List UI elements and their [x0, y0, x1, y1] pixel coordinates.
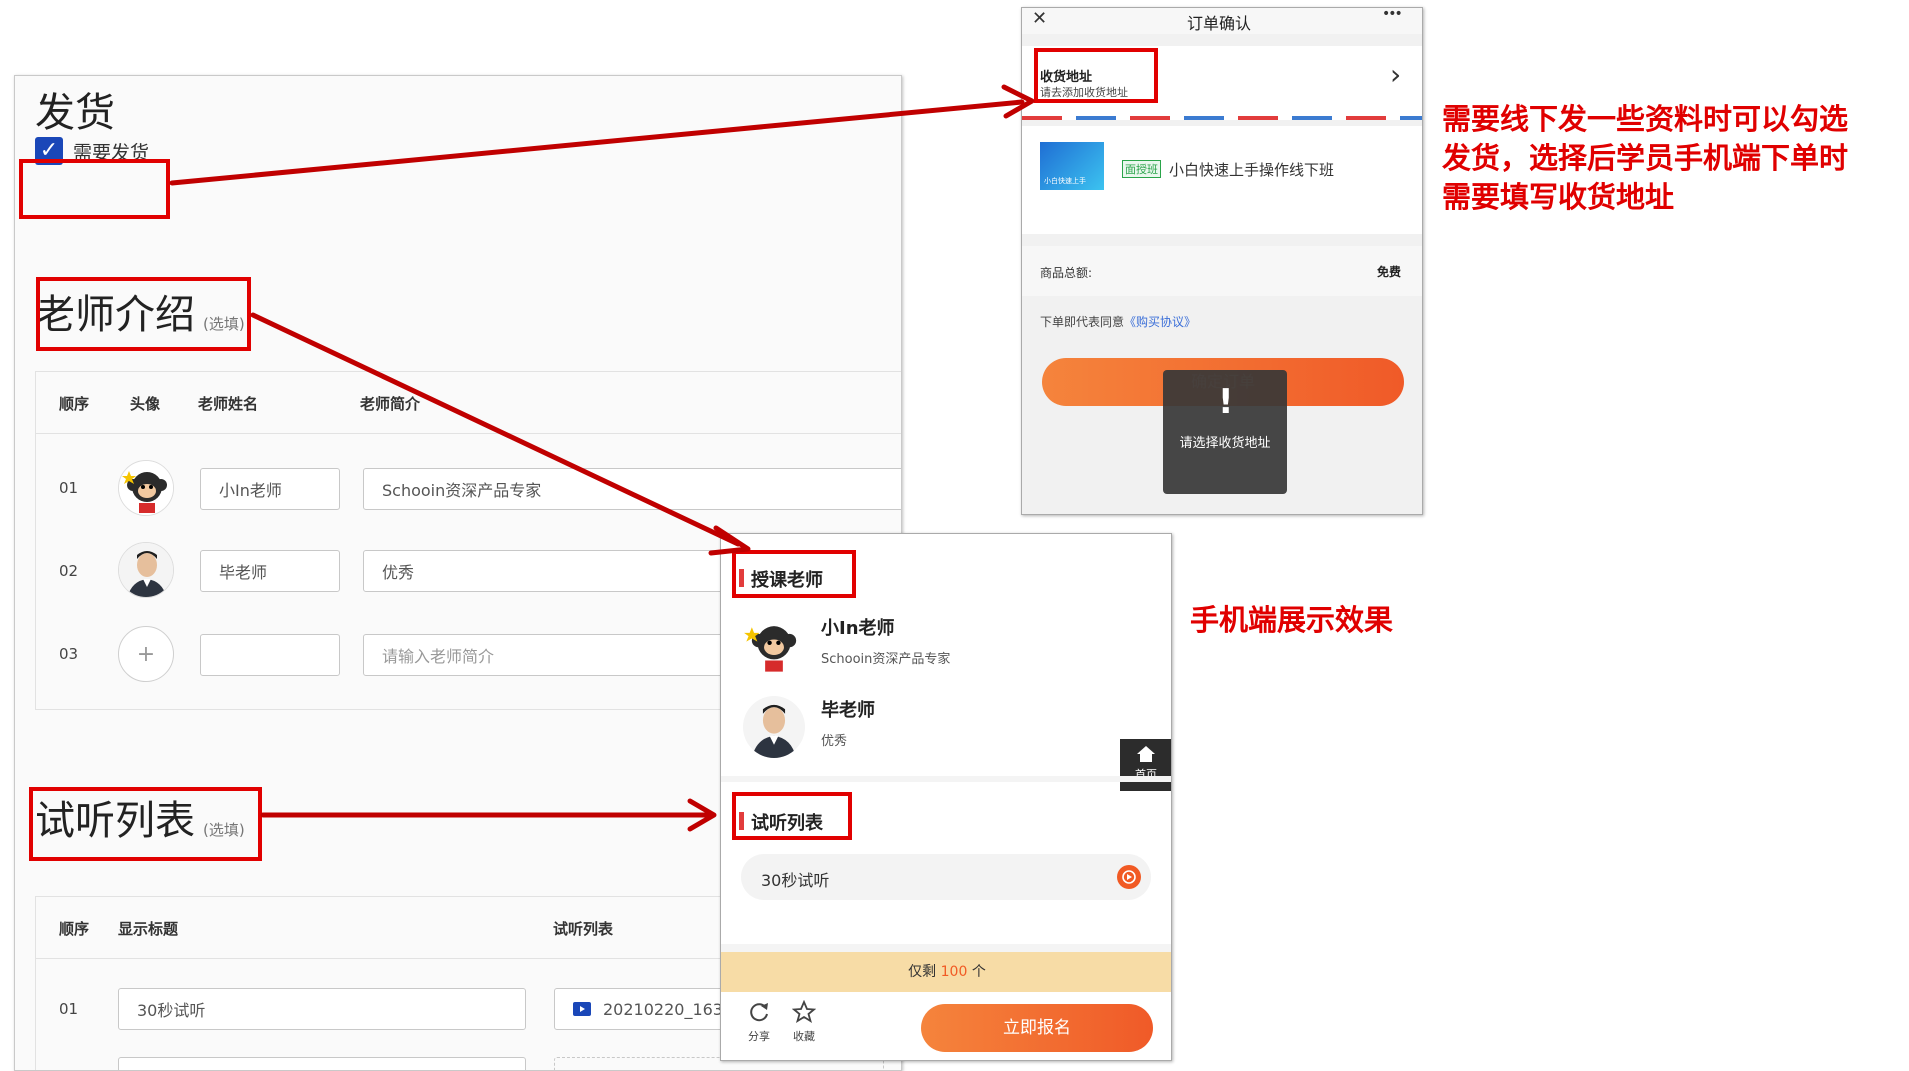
- arrow-ship-to-address: [169, 99, 1025, 186]
- note-line-2: 发货，选择后学员手机端下单时: [1442, 141, 1849, 175]
- note-line-1: 需要线下发一些资料时可以勾选: [1442, 102, 1849, 136]
- arrow-teacher-to-mobile: [250, 312, 741, 547]
- ship-annotation-note: 需要线下发一些资料时可以勾选 发货，选择后学员手机端下单时 需要填写收货地址: [1442, 100, 1848, 217]
- note-line-3: 需要填写收货地址: [1442, 180, 1675, 214]
- mobile-annotation-note: 手机端展示效果: [1190, 603, 1394, 637]
- composite-canvas: 发货 ✓ 需要发货 老师介绍 (选填) 顺序 头像 老师姓名 老师简介 01 小…: [0, 0, 1909, 1071]
